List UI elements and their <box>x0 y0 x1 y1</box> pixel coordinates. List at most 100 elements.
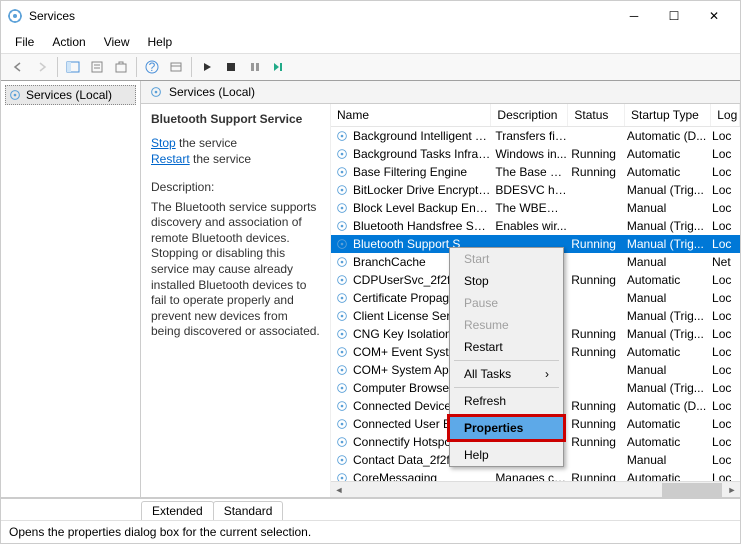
menu-help[interactable]: Help <box>140 33 181 51</box>
service-row[interactable]: Block Level Backup Engine ...The WBENG..… <box>331 199 740 217</box>
cell-startup: Automatic <box>627 147 712 161</box>
cell-name: Bluetooth Handsfree Service <box>353 219 495 233</box>
show-hide-tree-button[interactable] <box>62 56 84 78</box>
scroll-right-icon[interactable]: ► <box>724 483 740 497</box>
gear-icon <box>335 417 349 431</box>
cell-status: Running <box>571 165 627 179</box>
cell-logon: Loc <box>712 291 740 305</box>
gear-icon <box>335 309 349 323</box>
forward-button[interactable] <box>31 56 53 78</box>
export-list-button[interactable] <box>110 56 132 78</box>
service-row[interactable]: CoreMessagingManages co...RunningAutomat… <box>331 469 740 481</box>
col-header-name[interactable]: Name <box>331 104 491 126</box>
restart-service-button[interactable] <box>268 56 290 78</box>
back-button[interactable] <box>7 56 29 78</box>
ctx-all-tasks[interactable]: All Tasks <box>450 363 563 385</box>
cell-startup: Automatic <box>627 417 712 431</box>
tab-extended[interactable]: Extended <box>141 501 214 520</box>
cell-logon: Loc <box>712 165 740 179</box>
cell-status: Running <box>571 399 627 413</box>
service-row[interactable]: Base Filtering EngineThe Base Fil...Runn… <box>331 163 740 181</box>
gear-icon <box>335 453 349 467</box>
ctx-restart[interactable]: Restart <box>450 336 563 358</box>
services-icon <box>8 88 22 102</box>
ctx-properties[interactable]: Properties <box>447 414 566 442</box>
cell-logon: Loc <box>712 309 740 323</box>
menu-file[interactable]: File <box>7 33 42 51</box>
tree-node-services-local[interactable]: Services (Local) <box>5 85 136 105</box>
cell-status: Running <box>571 435 627 449</box>
right-pane-title: Services (Local) <box>169 85 255 99</box>
cell-startup: Manual (Trig... <box>627 327 712 341</box>
gear-icon <box>335 255 349 269</box>
cell-logon: Loc <box>712 399 740 413</box>
start-service-button[interactable] <box>196 56 218 78</box>
services-icon <box>149 85 163 99</box>
col-header-logon[interactable]: Log <box>711 104 740 126</box>
cell-logon: Loc <box>712 327 740 341</box>
ctx-start: Start <box>450 248 563 270</box>
context-menu: Start Stop Pause Resume Restart All Task… <box>449 247 564 467</box>
service-row[interactable]: BitLocker Drive Encryption ...BDESVC hos… <box>331 181 740 199</box>
stop-service-button[interactable] <box>220 56 242 78</box>
cell-status: Running <box>571 345 627 359</box>
stop-link[interactable]: Stop <box>151 136 176 150</box>
gear-icon <box>335 399 349 413</box>
gear-icon <box>335 183 349 197</box>
cell-startup: Automatic <box>627 273 712 287</box>
cell-startup: Manual <box>627 453 712 467</box>
service-row[interactable]: Background Tasks Infrastru...Windows in.… <box>331 145 740 163</box>
refresh-button[interactable] <box>165 56 187 78</box>
gear-icon <box>335 381 349 395</box>
close-button[interactable]: ✕ <box>694 2 734 30</box>
ctx-help[interactable]: Help <box>450 444 563 466</box>
help-button[interactable]: ? <box>141 56 163 78</box>
cell-description: The WBENG... <box>495 201 571 215</box>
list-header: Name Description Status Startup Type Log <box>331 104 740 127</box>
cell-logon: Loc <box>712 237 740 251</box>
cell-logon: Loc <box>712 471 740 481</box>
cell-logon: Loc <box>712 453 740 467</box>
svg-text:?: ? <box>149 60 156 74</box>
right-pane: Services (Local) Bluetooth Support Servi… <box>141 81 740 497</box>
cell-startup: Manual <box>627 363 712 377</box>
right-pane-header: Services (Local) <box>141 81 740 104</box>
col-header-startup[interactable]: Startup Type <box>625 104 711 126</box>
service-row[interactable]: Bluetooth Handsfree ServiceEnables wir..… <box>331 217 740 235</box>
ctx-refresh[interactable]: Refresh <box>450 390 563 412</box>
minimize-button[interactable]: ─ <box>614 2 654 30</box>
properties-button[interactable] <box>86 56 108 78</box>
main-area: Services (Local) Services (Local) Blueto… <box>1 81 740 498</box>
cell-startup: Automatic (D... <box>627 129 712 143</box>
col-header-status[interactable]: Status <box>568 104 625 126</box>
cell-name: CoreMessaging <box>353 471 495 481</box>
restart-link[interactable]: Restart <box>151 152 190 166</box>
gear-icon <box>335 165 349 179</box>
cell-logon: Loc <box>712 201 740 215</box>
cell-startup: Manual (Trig... <box>627 309 712 323</box>
cell-name: Background Tasks Infrastru... <box>353 147 495 161</box>
description-heading: Description: <box>151 180 320 196</box>
scroll-thumb[interactable] <box>662 483 722 497</box>
maximize-button[interactable]: ☐ <box>654 2 694 30</box>
cell-startup: Manual (Trig... <box>627 219 712 233</box>
menu-view[interactable]: View <box>96 33 138 51</box>
menu-action[interactable]: Action <box>44 33 93 51</box>
menu-bar: File Action View Help <box>1 31 740 53</box>
scroll-left-icon[interactable]: ◄ <box>331 483 347 497</box>
tab-standard[interactable]: Standard <box>213 501 284 520</box>
gear-icon <box>335 471 349 481</box>
horizontal-scrollbar[interactable]: ◄ ► <box>331 481 740 497</box>
cell-logon: Net <box>712 255 740 269</box>
list-rows[interactable]: Background Intelligent Tran...Transfers … <box>331 127 740 481</box>
service-row[interactable]: Background Intelligent Tran...Transfers … <box>331 127 740 145</box>
ctx-stop[interactable]: Stop <box>450 270 563 292</box>
gear-icon <box>335 435 349 449</box>
cell-logon: Loc <box>712 273 740 287</box>
cell-description: BDESVC hos... <box>495 183 571 197</box>
pause-service-button[interactable] <box>244 56 266 78</box>
col-header-description[interactable]: Description <box>491 104 568 126</box>
cell-status: Running <box>571 273 627 287</box>
cell-startup: Automatic <box>627 435 712 449</box>
cell-startup: Manual (Trig... <box>627 381 712 395</box>
